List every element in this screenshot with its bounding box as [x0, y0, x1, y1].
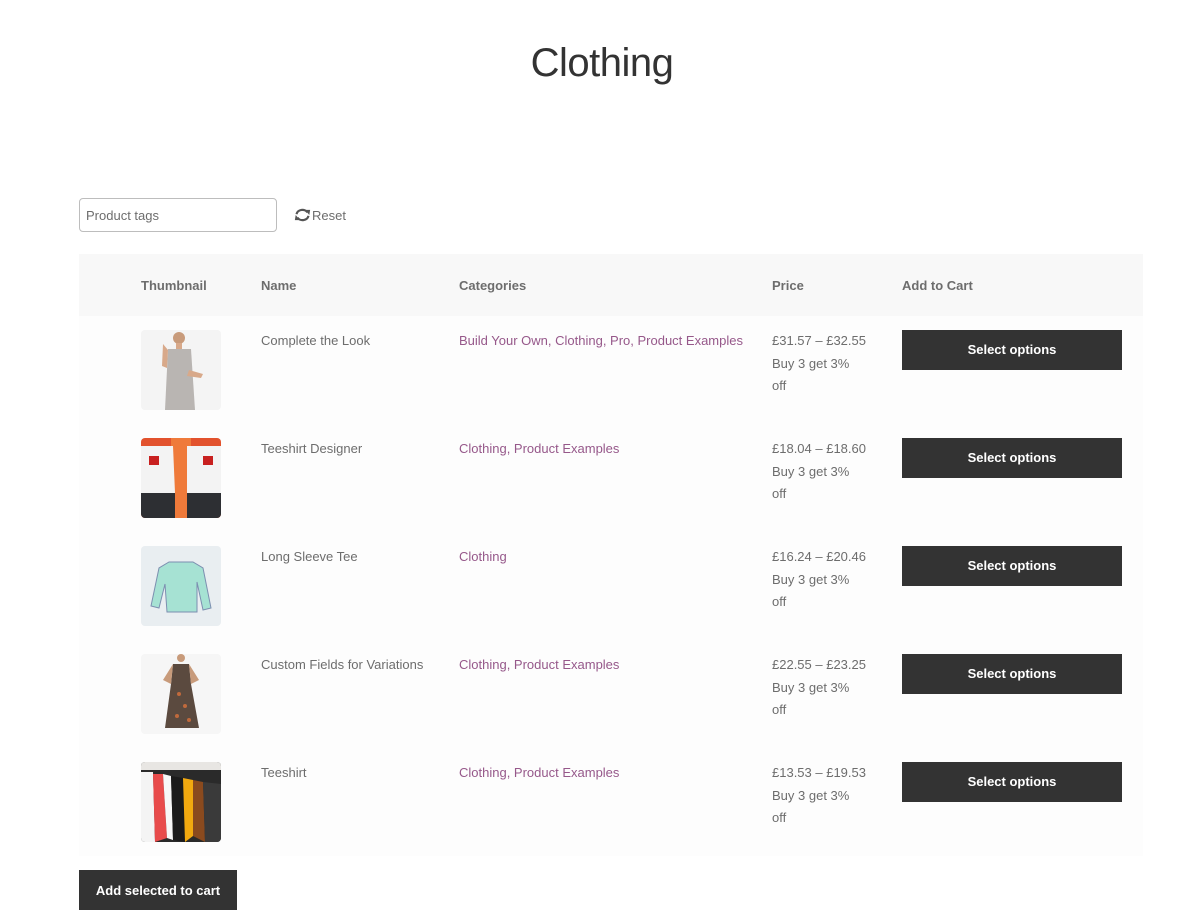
- product-offer: Buy 3 get 3% off: [772, 355, 850, 394]
- shirts-on-rack-image: [141, 762, 221, 842]
- select-options-button[interactable]: Select options: [902, 438, 1122, 478]
- reset-label: Reset: [312, 207, 346, 223]
- product-table: Thumbnail Name Categories Price Add to C…: [79, 254, 1143, 856]
- product-price: £18.04 – £18.60: [772, 441, 866, 456]
- product-categories[interactable]: Clothing, Product Examples: [459, 765, 619, 780]
- product-price-cell: £16.24 – £20.46 Buy 3 get 3% off: [772, 532, 902, 640]
- header-categories[interactable]: Categories: [459, 254, 772, 316]
- select-options-button[interactable]: Select options: [902, 330, 1122, 370]
- product-price: £16.24 – £20.46: [772, 549, 866, 564]
- select-options-button[interactable]: Select options: [902, 654, 1122, 694]
- product-price-cell: £31.57 – £32.55 Buy 3 get 3% off: [772, 316, 902, 424]
- product-thumbnail[interactable]: [141, 438, 221, 518]
- product-offer: Buy 3 get 3% off: [772, 463, 850, 502]
- row-select-cell: [79, 748, 141, 856]
- product-categories[interactable]: Clothing: [459, 549, 507, 564]
- table-row: Long Sleeve Tee Clothing £16.24 – £20.46…: [79, 532, 1143, 640]
- reset-button[interactable]: Reset: [294, 208, 346, 223]
- select-options-button[interactable]: Select options: [902, 546, 1122, 586]
- select-options-button[interactable]: Select options: [902, 762, 1122, 802]
- two-men-white-tees-image: [141, 438, 221, 518]
- product-price: £31.57 – £32.55: [772, 333, 866, 348]
- product-thumbnail[interactable]: [141, 330, 221, 410]
- product-price: £13.53 – £19.53: [772, 765, 866, 780]
- filters-bar: Reset: [79, 198, 346, 232]
- add-selected-to-cart-button[interactable]: Add selected to cart: [79, 870, 237, 910]
- header-add-to-cart: Add to Cart: [902, 277, 973, 293]
- product-price: £22.55 – £23.25: [772, 657, 866, 672]
- woman-grey-top-image: [141, 330, 221, 410]
- header-name[interactable]: Name: [261, 254, 459, 316]
- refresh-icon: [294, 208, 311, 222]
- product-name[interactable]: Long Sleeve Tee: [261, 532, 459, 640]
- product-offer: Buy 3 get 3% off: [772, 571, 850, 610]
- table-row: Custom Fields for Variations Clothing, P…: [79, 640, 1143, 748]
- row-select-cell: [79, 640, 141, 748]
- page-title: Clothing: [530, 40, 674, 85]
- row-select-cell: [79, 532, 141, 640]
- floral-dress-image: [141, 654, 221, 734]
- product-thumbnail[interactable]: [141, 762, 221, 842]
- table-row: Teeshirt Clothing, Product Examples £13.…: [79, 748, 1143, 856]
- product-categories[interactable]: Clothing, Product Examples: [459, 657, 619, 672]
- header-thumbnail[interactable]: Thumbnail: [141, 254, 261, 316]
- product-offer: Buy 3 get 3% off: [772, 787, 850, 826]
- product-price-cell: £22.55 – £23.25 Buy 3 get 3% off: [772, 640, 902, 748]
- product-name[interactable]: Custom Fields for Variations: [261, 640, 459, 748]
- product-price-cell: £18.04 – £18.60 Buy 3 get 3% off: [772, 424, 902, 532]
- product-name[interactable]: Teeshirt Designer: [261, 424, 459, 532]
- mint-long-sleeve-image: [141, 546, 221, 626]
- product-categories[interactable]: Clothing, Product Examples: [459, 441, 619, 456]
- row-select-cell: [79, 316, 141, 424]
- table-row: Complete the Look Build Your Own, Clothi…: [79, 316, 1143, 424]
- table-header-row: Thumbnail Name Categories Price Add to C…: [79, 254, 1143, 316]
- header-select: [79, 254, 141, 316]
- product-thumbnail[interactable]: [141, 654, 221, 734]
- header-price[interactable]: Price: [772, 254, 902, 316]
- product-name[interactable]: Complete the Look: [261, 316, 459, 424]
- product-tags-input[interactable]: [79, 198, 277, 232]
- table-row: Teeshirt Designer Clothing, Product Exam…: [79, 424, 1143, 532]
- product-categories[interactable]: Build Your Own, Clothing, Pro, Product E…: [459, 333, 743, 348]
- product-offer: Buy 3 get 3% off: [772, 679, 850, 718]
- row-select-cell: [79, 424, 141, 532]
- product-name[interactable]: Teeshirt: [261, 748, 459, 856]
- product-price-cell: £13.53 – £19.53 Buy 3 get 3% off: [772, 748, 902, 856]
- product-thumbnail[interactable]: [141, 546, 221, 626]
